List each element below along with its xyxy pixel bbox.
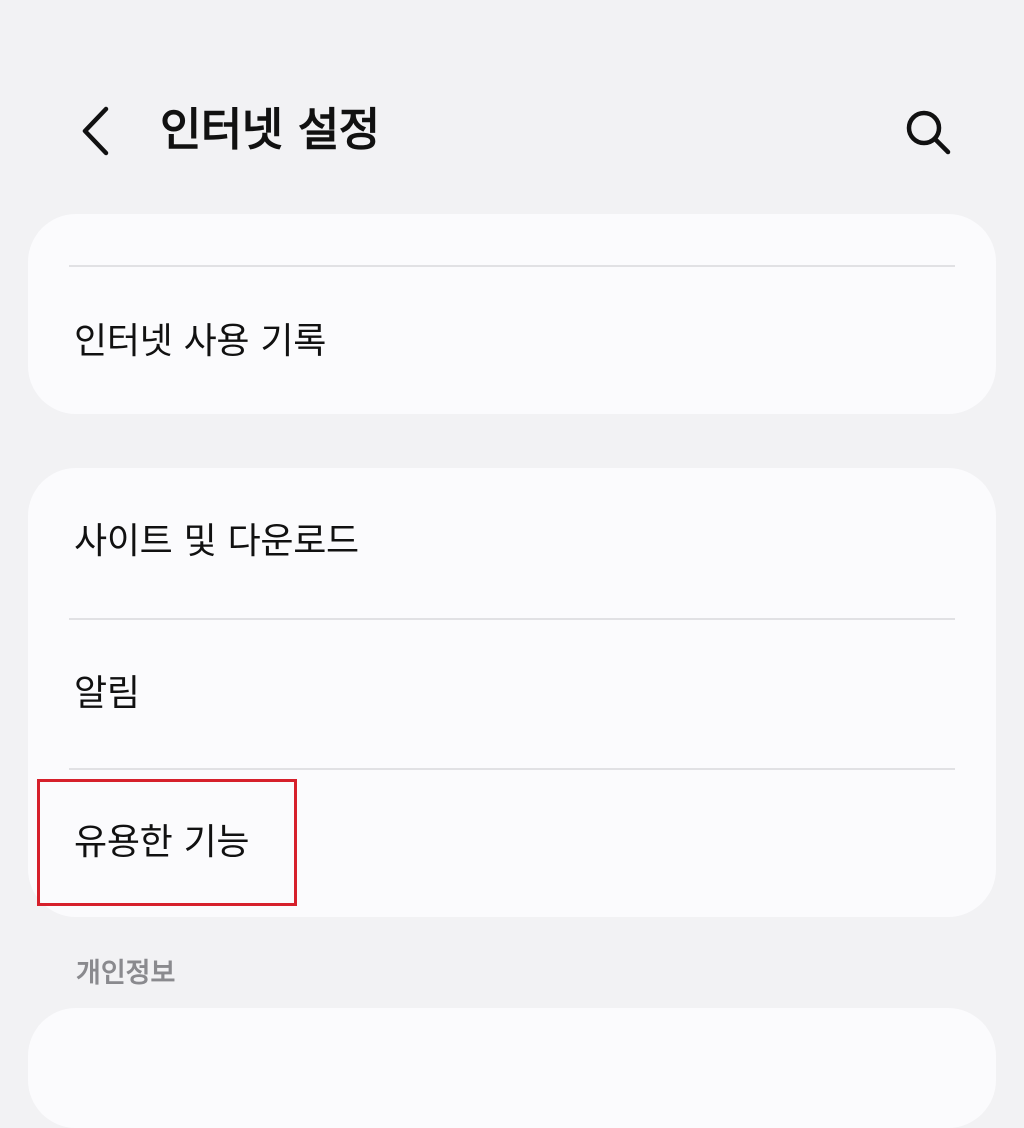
search-button[interactable] — [890, 94, 966, 170]
page-title: 인터넷 설정 — [160, 103, 380, 156]
list-item-label: 사이트 및 다운로드 — [74, 521, 359, 562]
chevron-left-icon — [82, 106, 109, 156]
list-item-label: 인터넷 사용 기록 — [74, 321, 327, 362]
search-icon — [906, 110, 951, 155]
list-item-sites-downloads[interactable]: 사이트 및 다운로드 — [28, 468, 996, 618]
settings-group-history: 인터넷 사용 기록 — [28, 214, 996, 414]
highlight-box — [37, 779, 297, 906]
back-button[interactable] — [60, 95, 132, 167]
section-header-privacy: 개인정보 — [76, 958, 176, 989]
app-bar: 인터넷 설정 — [0, 0, 1024, 214]
settings-group-privacy — [28, 1008, 996, 1128]
list-item-browsing-history[interactable]: 인터넷 사용 기록 — [28, 267, 996, 414]
list-item-label: 알림 — [74, 673, 140, 714]
list-item-notifications[interactable]: 알림 — [28, 620, 996, 768]
